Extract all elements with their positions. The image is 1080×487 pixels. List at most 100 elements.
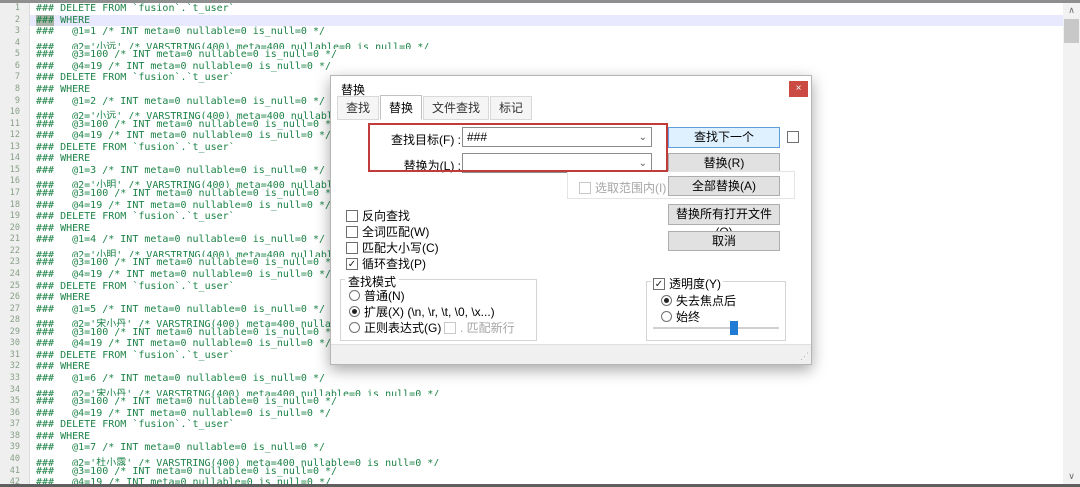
dot-matches-newline-label: . 匹配新行 (460, 319, 515, 336)
line-number: 33 (0, 373, 30, 385)
line-number: 1 (0, 3, 30, 15)
screenshot-root: 1### DELETE FROM `fusion`.`t_user`2### W… (0, 0, 1080, 487)
window-top-edge (0, 0, 1080, 3)
line-number: 28 (0, 315, 30, 327)
line-number: 14 (0, 153, 30, 165)
replace-with-combobox[interactable]: ⌄ (462, 153, 652, 173)
transparency-slider[interactable] (653, 327, 779, 329)
scrollbar-thumb[interactable] (1064, 19, 1079, 43)
code-text[interactable]: ### WHERE (30, 431, 1063, 443)
line-number: 4 (0, 38, 30, 50)
radio-option[interactable]: 正则表达式(G) (349, 319, 441, 336)
checkbox-box (444, 322, 456, 334)
line-number: 2 (0, 15, 30, 27)
replace-all-open-files-button[interactable]: 替换所有打开文件(O) (668, 204, 780, 225)
checkbox-box[interactable] (346, 242, 358, 254)
line-number: 22 (0, 246, 30, 258)
code-line: 4### @2='小远' /* VARSTRING(400) meta=400 … (0, 38, 1063, 50)
radio-label: 扩展(X) (\n, \r, \t, \0, \x...) (364, 303, 495, 320)
tab-标记[interactable]: 标记 (490, 96, 532, 120)
code-text[interactable]: ### @4=19 /* INT meta=0 nullable=0 is_nu… (30, 408, 1063, 420)
resize-grip[interactable]: ⋰ (800, 351, 809, 362)
radio-dot[interactable] (661, 311, 672, 322)
code-text[interactable]: ### @1=7 /* INT meta=0 nullable=0 is_nul… (30, 442, 1063, 454)
code-line: 36### @4=19 /* INT meta=0 nullable=0 is_… (0, 408, 1063, 420)
transparency-label: 透明度(Y) (669, 275, 721, 292)
line-number: 42 (0, 477, 30, 484)
find-next-button[interactable]: 查找下一个 (668, 127, 780, 148)
close-icon[interactable]: × (789, 81, 808, 97)
scroll-down-icon[interactable]: ∨ (1063, 469, 1080, 484)
code-text[interactable]: ### @3=100 /* INT meta=0 nullable=0 is_n… (30, 466, 1063, 478)
find-target-combobox[interactable]: ### ⌄ (462, 127, 652, 147)
checkbox-box[interactable] (346, 226, 358, 238)
option-checkbox[interactable]: 循环查找(P) (346, 255, 426, 272)
radio-dot[interactable] (349, 290, 360, 301)
code-text[interactable]: ### @4=19 /* INT meta=0 nullable=0 is_nu… (30, 61, 1063, 73)
code-line: 35### @3=100 /* INT meta=0 nullable=0 is… (0, 396, 1063, 408)
line-number: 8 (0, 84, 30, 96)
cancel-button[interactable]: 取消 (668, 231, 780, 251)
chevron-down-icon[interactable]: ⌄ (639, 129, 647, 147)
checkbox-label: 全词匹配(W) (362, 223, 429, 240)
checkbox-box[interactable] (653, 278, 665, 290)
code-line: 39### @1=7 /* INT meta=0 nullable=0 is_n… (0, 442, 1063, 454)
checkbox-box[interactable] (346, 258, 358, 270)
code-text[interactable]: ### WHERE (30, 15, 1063, 27)
radio-option[interactable]: 扩展(X) (\n, \r, \t, \0, \x...) (349, 303, 495, 320)
code-line: 42### @4=19 /* INT meta=0 nullable=0 is_… (0, 477, 1063, 484)
line-number: 16 (0, 176, 30, 188)
radio-label: 正则表达式(G) (364, 319, 441, 336)
code-text[interactable]: ### @3=100 /* INT meta=0 nullable=0 is_n… (30, 49, 1063, 61)
radio-dot[interactable] (349, 306, 360, 317)
tab-查找[interactable]: 查找 (337, 96, 379, 120)
code-line: 33### @1=6 /* INT meta=0 nullable=0 is_n… (0, 373, 1063, 385)
code-text[interactable]: ### @1=6 /* INT meta=0 nullable=0 is_nul… (30, 373, 1063, 385)
in-selection-label: 选取范围内(I) (595, 179, 666, 196)
replace-all-button[interactable]: 全部替换(A) (668, 176, 780, 196)
checkbox-box[interactable] (787, 131, 799, 143)
tab-替换[interactable]: 替换 (380, 95, 422, 120)
find-target-label: 查找目标(F) : (366, 131, 461, 148)
replace-button[interactable]: 替换(R) (668, 153, 780, 173)
code-text[interactable]: ### @2='宋小丹' /* VARSTRING(400) meta=400 … (30, 385, 1063, 397)
code-text[interactable]: ### @1=1 /* INT meta=0 nullable=0 is_nul… (30, 26, 1063, 38)
code-text[interactable]: ### DELETE FROM `fusion`.`t_user` (30, 3, 1063, 15)
radio-option[interactable]: 始终 (661, 308, 700, 325)
radio-dot[interactable] (661, 295, 672, 306)
checkbox-box[interactable] (346, 210, 358, 222)
line-number: 38 (0, 431, 30, 443)
line-number: 34 (0, 385, 30, 397)
code-text[interactable]: ### @3=100 /* INT meta=0 nullable=0 is_n… (30, 396, 1063, 408)
dialog-tabbar: 查找替换文件查找标记 (337, 100, 533, 120)
line-number: 24 (0, 269, 30, 281)
radio-dot[interactable] (349, 322, 360, 333)
line-number: 36 (0, 408, 30, 420)
transparency-checkbox[interactable]: 透明度(Y) (651, 275, 723, 292)
line-number: 41 (0, 466, 30, 478)
dot-matches-newline-checkbox[interactable]: . 匹配新行 (444, 319, 515, 336)
in-selection-checkbox[interactable]: 选取范围内(I) (579, 179, 666, 196)
code-text[interactable]: ### @4=19 /* INT meta=0 nullable=0 is_nu… (30, 477, 1063, 484)
option-checkbox[interactable]: 全词匹配(W) (346, 223, 429, 240)
line-number: 31 (0, 350, 30, 362)
code-text[interactable]: ### @2='小远' /* VARSTRING(400) meta=400 n… (30, 38, 1063, 50)
vertical-scrollbar[interactable]: ∧ ∨ (1063, 3, 1080, 484)
code-line: 34### @2='宋小丹' /* VARSTRING(400) meta=40… (0, 385, 1063, 397)
radio-option[interactable]: 失去焦点后 (661, 292, 736, 309)
code-text[interactable]: ### @2='杜小露' /* VARSTRING(400) meta=400 … (30, 454, 1063, 466)
slider-thumb[interactable] (730, 321, 738, 335)
scroll-up-icon[interactable]: ∧ (1063, 3, 1080, 18)
line-number: 32 (0, 361, 30, 373)
radio-label: 普通(N) (364, 287, 405, 304)
code-line: 38### WHERE (0, 431, 1063, 443)
line-number: 3 (0, 26, 30, 38)
radio-option[interactable]: 普通(N) (349, 287, 405, 304)
option-checkbox[interactable]: 反向查找 (346, 207, 410, 224)
line-number: 21 (0, 234, 30, 246)
option-checkbox[interactable]: 匹配大小写(C) (346, 239, 439, 256)
find-next-side-checkbox[interactable] (787, 131, 803, 143)
code-text[interactable]: ### DELETE FROM `fusion`.`t_user` (30, 419, 1063, 431)
checkbox-box (579, 182, 591, 194)
tab-文件查找[interactable]: 文件查找 (423, 96, 489, 120)
